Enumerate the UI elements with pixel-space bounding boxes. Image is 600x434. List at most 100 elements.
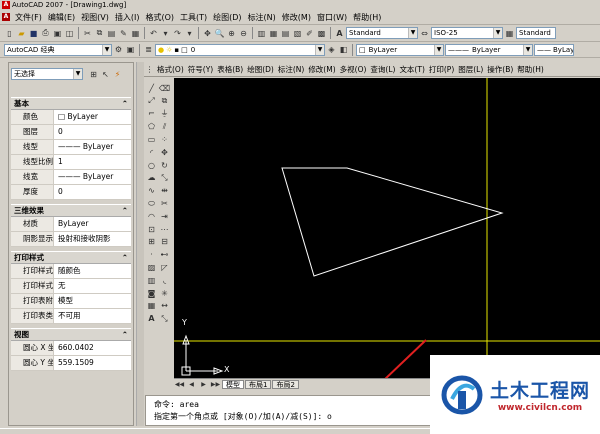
stretch-icon[interactable]: ⇹ <box>158 184 171 197</box>
menu-item[interactable]: 修改(M) <box>306 64 337 75</box>
revision-cloud-icon[interactable]: ☁ <box>145 172 158 185</box>
move-icon[interactable]: ✥ <box>158 146 171 159</box>
spline-icon[interactable]: ∿ <box>145 184 158 197</box>
prop-row-layer[interactable]: 图层 0 <box>11 125 131 140</box>
insert-block-icon[interactable]: ⊡ <box>145 223 158 236</box>
make-block-icon[interactable]: ⊞ <box>145 236 158 249</box>
properties-icon[interactable]: ▥ <box>256 28 267 39</box>
chamfer-icon[interactable]: ◸ <box>158 261 171 274</box>
copy-icon[interactable]: ⧉ <box>94 28 105 39</box>
dim-aligned-icon[interactable]: ⤡ <box>158 312 171 325</box>
circle-icon[interactable]: ○ <box>145 159 158 172</box>
publish-icon[interactable]: ◫ <box>64 28 75 39</box>
menu-format[interactable]: 格式(O) <box>142 12 177 23</box>
tab-layout1[interactable]: 布局1 <box>245 379 272 389</box>
quick-select-icon[interactable]: ⚡ <box>112 69 123 80</box>
mirror-icon[interactable]: ⏚ <box>158 108 171 121</box>
zoom-realtime-icon[interactable]: 🔍 <box>214 28 225 39</box>
save-icon[interactable]: ■ <box>28 28 39 39</box>
point-icon[interactable]: · <box>145 248 158 261</box>
menu-item[interactable]: 帮助(H) <box>515 64 546 75</box>
section-view[interactable]: 视图 ⌃ <box>11 328 131 341</box>
workspace-select[interactable]: AutoCAD 经典 ▼ <box>4 43 112 56</box>
properties-title-strip[interactable] <box>136 62 144 426</box>
menu-item[interactable]: 图层(L) <box>456 64 485 75</box>
section-3d-effects[interactable]: 三维效果 ⌃ <box>11 204 131 217</box>
linetype-select[interactable]: ——— ByLayer ▼ <box>445 43 533 56</box>
table-style-select[interactable]: Standard <box>516 27 556 39</box>
quadrilateral-entity[interactable] <box>281 167 504 277</box>
menu-insert[interactable]: 插入(I) <box>112 12 143 23</box>
trim-icon[interactable]: ✂ <box>158 197 171 210</box>
prop-row-plot-attached[interactable]: 打印表附...模型 <box>11 294 131 309</box>
toggle-pickadd-icon[interactable]: ⊞ <box>88 69 99 80</box>
tab-last-icon[interactable]: ▶▶ <box>210 379 221 390</box>
print-icon[interactable]: ⎙ <box>40 28 51 39</box>
table-icon[interactable]: ▦ <box>145 300 158 313</box>
prop-row-plot-style[interactable]: 打印样式 随颜色 <box>11 264 131 279</box>
menu-view[interactable]: 视图(V) <box>78 12 112 23</box>
prop-row-linetype[interactable]: 线型 ——— ByLayer <box>11 140 131 155</box>
paste-icon[interactable]: ▤ <box>106 28 117 39</box>
rotate-icon[interactable]: ↻ <box>158 159 171 172</box>
menu-item[interactable]: 操作(B) <box>485 64 515 75</box>
prop-row-linetype-scale[interactable]: 线型比例 1 <box>11 155 131 170</box>
join-icon[interactable]: ⊷ <box>158 248 171 261</box>
ellipse-arc-icon[interactable]: ◠ <box>145 210 158 223</box>
menu-item[interactable]: 表格(B) <box>215 64 245 75</box>
calculator-icon[interactable]: ▩ <box>316 28 327 39</box>
menu-item[interactable]: 格式(O) <box>155 64 186 75</box>
color-select[interactable]: □ ByLayer ▼ <box>356 43 444 56</box>
markup-icon[interactable]: ✐ <box>304 28 315 39</box>
fillet-icon[interactable]: ◟ <box>158 274 171 287</box>
cut-icon[interactable]: ✂ <box>82 28 93 39</box>
offset-icon[interactable]: ⫽ <box>158 120 171 133</box>
line-icon[interactable]: ╱ <box>145 82 158 95</box>
undo-dropdown-icon[interactable]: ▾ <box>160 28 171 39</box>
menu-item[interactable]: 查询(L) <box>368 64 397 75</box>
lineweight-select[interactable]: —— ByLayer <box>534 43 574 56</box>
region-icon[interactable]: ◙ <box>145 287 158 300</box>
prop-row-color[interactable]: 颜色 □ ByLayer <box>11 110 131 125</box>
rectangle-icon[interactable]: ▭ <box>145 133 158 146</box>
zoom-window-icon[interactable]: ⊕ <box>226 28 237 39</box>
prop-row-center-y[interactable]: 圆心 Y 坐标559.1509 <box>11 356 131 371</box>
zoom-previous-icon[interactable]: ⊖ <box>238 28 249 39</box>
menu-item[interactable]: 标注(N) <box>276 64 306 75</box>
section-print-style[interactable]: 打印样式 ⌃ <box>11 251 131 264</box>
prop-row-shadow[interactable]: 阴影显示 投射和接收阴影 <box>11 232 131 247</box>
prop-row-lineweight[interactable]: 线宽 ——— ByLayer <box>11 170 131 185</box>
menu-item[interactable]: 绘图(D) <box>245 64 276 75</box>
text-style-icon[interactable]: A <box>334 28 345 39</box>
layer-previous-icon[interactable]: ◧ <box>338 44 349 55</box>
document-icon[interactable]: A <box>2 13 10 21</box>
multiline-text-icon[interactable]: A <box>145 312 158 325</box>
block-editor-icon[interactable]: ▦ <box>130 28 141 39</box>
text-style-select[interactable]: Standard ▼ <box>346 27 418 39</box>
make-current-layer-icon[interactable]: ◈ <box>326 44 337 55</box>
menu-item[interactable]: 打印(P) <box>427 64 456 75</box>
scale-icon[interactable]: ⤡ <box>158 172 171 185</box>
sheet-set-icon[interactable]: ▧ <box>292 28 303 39</box>
menu-modify[interactable]: 修改(M) <box>279 12 314 23</box>
arc-icon[interactable]: ◜ <box>145 146 158 159</box>
menu-dimension[interactable]: 标注(N) <box>245 12 279 23</box>
gradient-icon[interactable]: ▥ <box>145 274 158 287</box>
copy-object-icon[interactable]: ⧉ <box>158 95 171 108</box>
open-folder-icon[interactable]: ▰ <box>16 28 27 39</box>
menu-item[interactable]: 多视(O) <box>338 64 369 75</box>
new-file-icon[interactable]: ▯ <box>4 28 15 39</box>
menu-item[interactable]: 符号(Y) <box>186 64 215 75</box>
layer-manager-icon[interactable]: ≣ <box>143 44 154 55</box>
workspace-save-icon[interactable]: ▣ <box>125 44 136 55</box>
tab-next-icon[interactable]: ▶ <box>198 379 209 390</box>
menu-tools[interactable]: 工具(T) <box>177 12 210 23</box>
extend-icon[interactable]: ⇥ <box>158 210 171 223</box>
break-icon[interactable]: ⊟ <box>158 236 171 249</box>
drawing-area[interactable]: Y X <box>174 78 600 378</box>
tab-first-icon[interactable]: ◀◀ <box>174 379 185 390</box>
layer-select[interactable]: ● ☼ ▪ □ 0 ▼ <box>155 43 325 56</box>
pan-icon[interactable]: ✥ <box>202 28 213 39</box>
erase-icon[interactable]: ⌫ <box>158 82 171 95</box>
workspace-settings-icon[interactable]: ⚙ <box>113 44 124 55</box>
